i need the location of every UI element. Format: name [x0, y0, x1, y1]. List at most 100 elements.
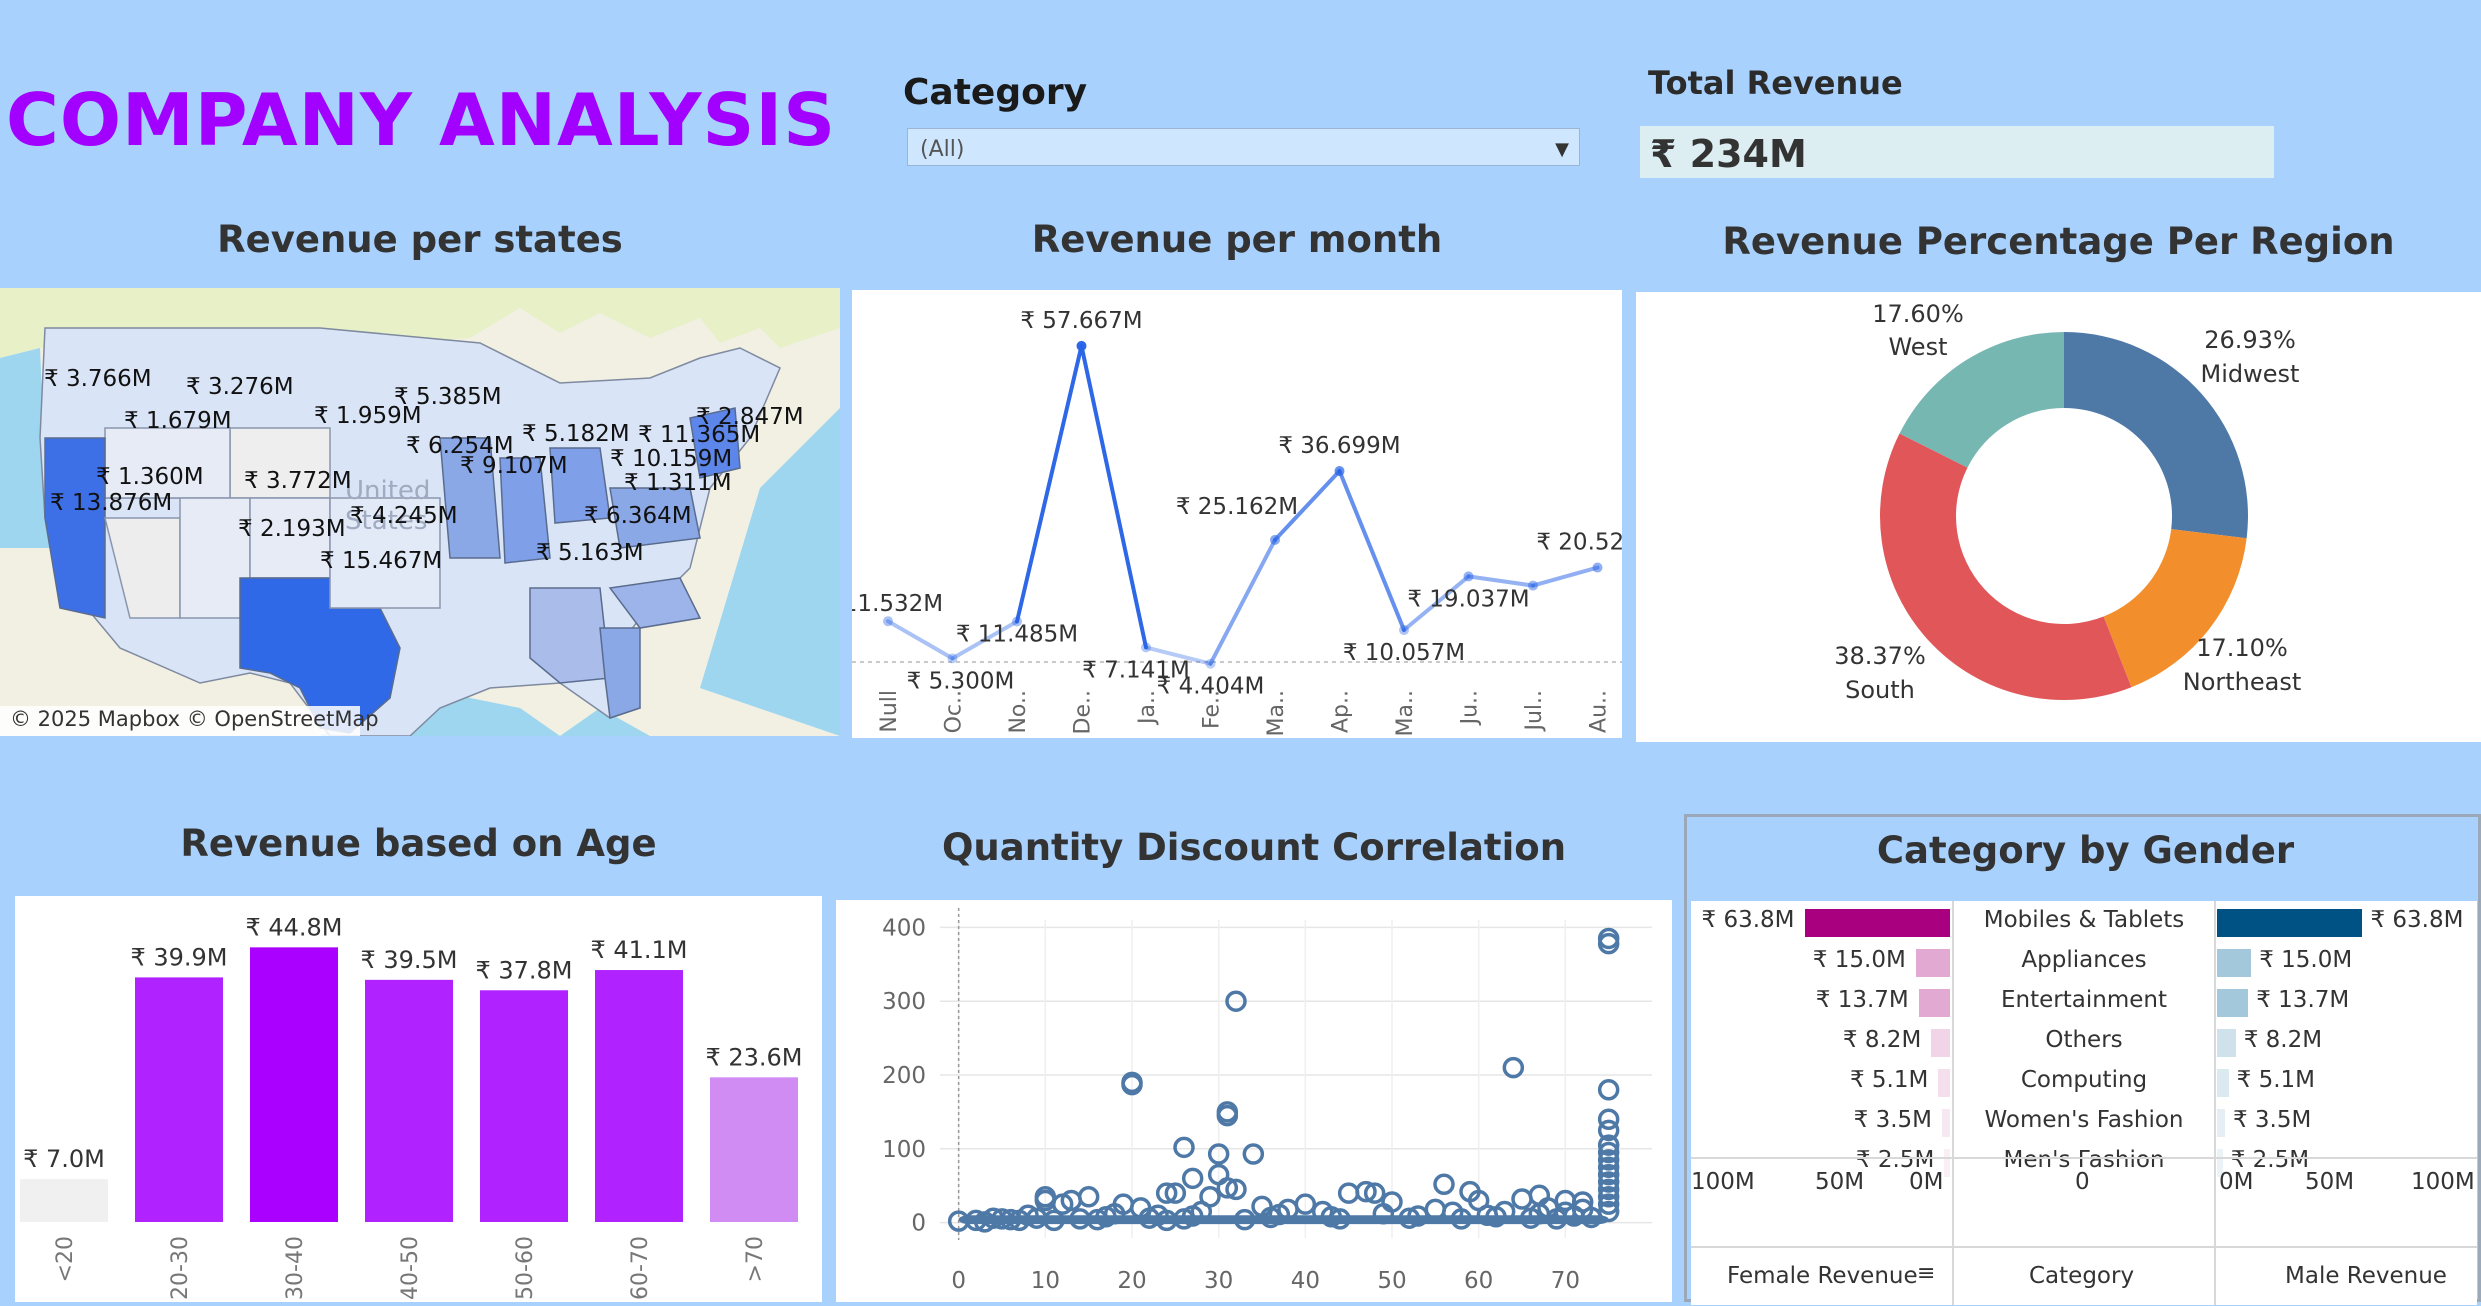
age-bar[interactable]	[595, 970, 683, 1222]
map-state-label: ₹ 15.467M	[320, 548, 443, 574]
line-point[interactable]	[947, 653, 958, 664]
line-point[interactable]	[1270, 534, 1280, 545]
category-by-gender-chart[interactable]: ₹ 63.8M Mobiles & Tablets ₹ 63.8M ₹ 15.0M Ap…	[1691, 901, 2477, 1305]
age-x-tick: 30-40	[283, 1236, 308, 1300]
scatter-y-tick: 300	[882, 989, 926, 1015]
scatter-x-tick: 0	[951, 1268, 966, 1294]
divider	[2214, 901, 2216, 1305]
female-bar[interactable]	[1938, 1069, 1950, 1097]
category-filter-label: Category	[903, 72, 1088, 113]
female-bar[interactable]	[1915, 949, 1950, 977]
female-bar-label: ₹ 3.5M	[1853, 1107, 1933, 1133]
revenue-by-age-chart[interactable]: ₹ 7.0M <20 ₹ 39.9M 20-30 ₹ 44.8M 30-40 ₹ 39.5M…	[15, 896, 822, 1302]
x-tick-label: Ap..	[1329, 690, 1354, 733]
donut-slice-northeast[interactable]	[2103, 529, 2247, 688]
line-segment	[1466, 574, 1535, 588]
category-filter-dropdown[interactable]: (All) ▼	[907, 128, 1580, 166]
age-x-tick: >70	[743, 1236, 768, 1282]
scatter-point[interactable]	[1077, 1186, 1100, 1208]
female-bar-label: ₹ 5.1M	[1849, 1067, 1929, 1093]
male-bar[interactable]	[2217, 989, 2249, 1017]
revenue-per-region-chart[interactable]: 26.93% Midwest 17.10% Northeast 38.37% South 1…	[1636, 292, 2481, 742]
sort-icon[interactable]: ≡	[1917, 1261, 1935, 1286]
scatter-point[interactable]	[1173, 1136, 1195, 1159]
line-segment	[886, 619, 955, 661]
age-bar[interactable]	[365, 979, 453, 1222]
quantity-discount-chart[interactable]: 0 100 200 300 400 0 10 20 30 40 50 60 70	[836, 900, 1672, 1302]
age-bar-label: ₹ 39.5M	[360, 946, 457, 974]
line-data-label: ₹ 57.667M	[1020, 308, 1142, 334]
chevron-down-icon[interactable]: ▼	[1555, 139, 1569, 160]
scatter-x-tick: 40	[1291, 1268, 1320, 1294]
donut-percent-label: 38.37%	[1834, 642, 1926, 670]
revenue-map[interactable]: © 2025 Mapbox © OpenStreetMap United Sta…	[0, 288, 840, 737]
age-bar[interactable]	[480, 990, 568, 1222]
scatter-point[interactable]	[1597, 1079, 1620, 1101]
line-point[interactable]	[1205, 658, 1216, 669]
scatter-point[interactable]	[1511, 1188, 1533, 1210]
scatter-point[interactable]	[1433, 1173, 1455, 1195]
map-state-label: ₹ 11.365M	[638, 422, 761, 448]
line-point[interactable]	[883, 616, 893, 627]
age-bar[interactable]	[710, 1077, 798, 1222]
female-bar[interactable]	[1942, 1109, 1950, 1137]
line-point[interactable]	[1592, 562, 1603, 573]
total-revenue-card: ₹ 234M	[1640, 126, 2274, 178]
line-point[interactable]	[1334, 466, 1345, 477]
scatter-point[interactable]	[1242, 1143, 1265, 1165]
female-bar[interactable]	[1944, 1149, 1950, 1177]
scatter-x-tick: 50	[1377, 1268, 1406, 1294]
age-bar[interactable]	[135, 977, 223, 1222]
scatter-x-tick: 60	[1464, 1268, 1493, 1294]
line-point[interactable]	[1463, 571, 1474, 582]
map-state-label: ₹ 3.772M	[244, 468, 352, 494]
female-bar[interactable]	[1931, 1029, 1950, 1057]
male-bar[interactable]	[2217, 949, 2252, 977]
quantity-discount-panel: 0 100 200 300 400 0 10 20 30 40 50 60 70	[836, 900, 1672, 1302]
scatter-x-tick: 30	[1204, 1268, 1233, 1294]
male-axis-title: Male Revenue	[2285, 1263, 2447, 1289]
male-axis-tick: 50M	[2305, 1169, 2355, 1195]
female-bar[interactable]	[1918, 989, 1950, 1017]
line-data-label: ₹ 20.522M	[1536, 530, 1622, 556]
total-revenue-label: Total Revenue	[1648, 64, 1903, 102]
x-tick-label: Ju..	[1458, 690, 1483, 726]
map-attribution[interactable]: © 2025 Mapbox © OpenStreetMap	[10, 707, 379, 731]
age-bar[interactable]	[250, 947, 338, 1222]
line-segment	[1015, 343, 1084, 624]
scatter-point[interactable]	[1181, 1167, 1204, 1190]
category-label: Women's Fashion	[1984, 1107, 2184, 1133]
age-bar[interactable]	[20, 1179, 108, 1222]
x-tick-label: Null	[877, 690, 902, 733]
scatter-point[interactable]	[1337, 1182, 1360, 1204]
male-bar-label: ₹ 3.5M	[2232, 1107, 2312, 1133]
gender-chart-title: Category by Gender	[1876, 829, 2295, 872]
line-point[interactable]	[1399, 624, 1409, 635]
category-axis-tick: 0	[2075, 1169, 2090, 1195]
line-point[interactable]	[1141, 642, 1151, 653]
scatter-point[interactable]	[1502, 1056, 1525, 1079]
male-bar[interactable]	[2217, 1069, 2229, 1097]
male-axis-tick: 100M	[2411, 1169, 2475, 1195]
revenue-per-month-chart[interactable]: ₹ 11.532M₹ 5.300M₹ 11.485M₹ 57.667M₹ 7.1…	[821, 290, 1659, 738]
age-bar-label: ₹ 23.6M	[705, 1043, 802, 1071]
x-tick-label: No..	[1006, 690, 1031, 734]
page-title: COMPANY ANALYSIS	[6, 78, 837, 162]
age-x-tick: 40-50	[398, 1236, 423, 1300]
female-bar[interactable]	[1804, 909, 1950, 937]
male-bar[interactable]	[2217, 1109, 2225, 1137]
revenue-by-age-panel: ₹ 7.0M <20 ₹ 39.9M 20-30 ₹ 44.8M 30-40 ₹ 39.5M…	[15, 896, 822, 1302]
map-state-label: ₹ 6.364M	[584, 503, 692, 529]
donut-region-label: South	[1845, 676, 1915, 704]
category-label: Mobiles & Tablets	[1983, 907, 2185, 933]
donut-region-label: West	[1888, 333, 1947, 361]
line-point[interactable]	[1076, 340, 1087, 351]
male-bar[interactable]	[2217, 1029, 2236, 1057]
x-tick-label: Ma..	[1264, 690, 1289, 736]
age-bar-label: ₹ 41.1M	[590, 936, 687, 964]
age-x-tick: 20-30	[168, 1236, 193, 1300]
male-bar[interactable]	[2217, 909, 2363, 937]
donut-region-label: Northeast	[2183, 668, 2302, 696]
male-bar-label: ₹ 8.2M	[2243, 1027, 2323, 1053]
donut-percent-label: 26.93%	[2204, 326, 2296, 354]
